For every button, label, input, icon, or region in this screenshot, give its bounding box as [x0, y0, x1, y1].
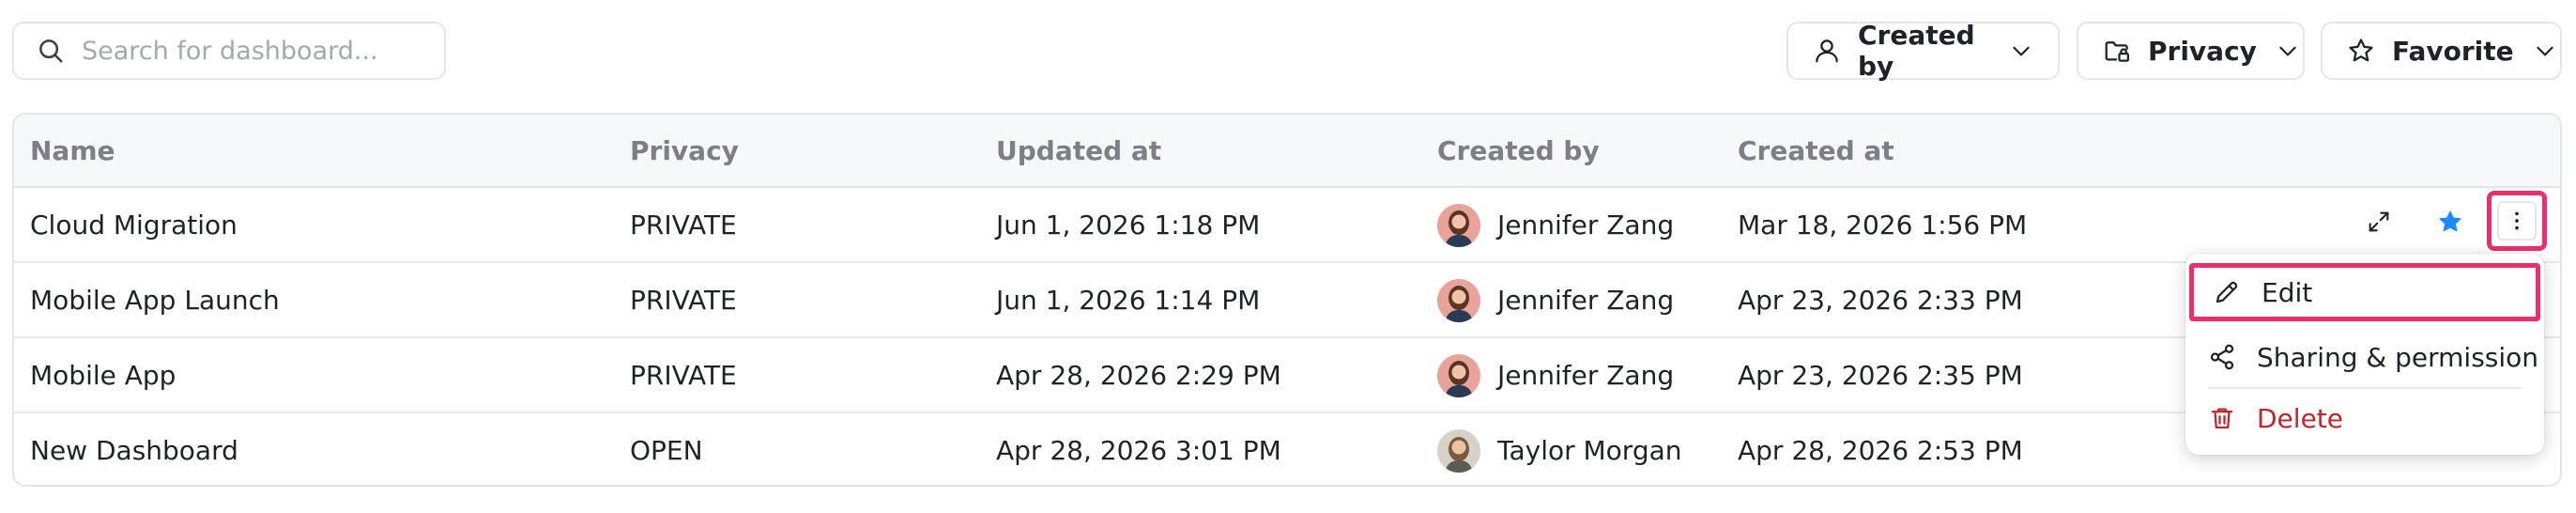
share-icon: [2210, 344, 2234, 370]
more-vertical-icon: [2515, 211, 2519, 230]
created-at-value: Mar 18, 2026 1:56 PM: [1738, 210, 2028, 241]
avatar: [1437, 429, 1480, 473]
more-actions-button[interactable]: [2487, 191, 2547, 251]
creator: Taylor Morgan: [1437, 413, 1682, 485]
updated-at-value: Apr 28, 2026 3:01 PM: [996, 435, 1281, 466]
creator: Jennifer Zang: [1437, 188, 1674, 263]
creator-name: Jennifer Zang: [1497, 210, 1675, 241]
table-row[interactable]: Cloud Migration PRIVATE Jun 1, 2026 1:18…: [14, 188, 2560, 263]
expand-icon: [2369, 211, 2389, 232]
creator: Jennifer Zang: [1437, 338, 1674, 413]
search-icon: [39, 39, 63, 63]
privacy-filter[interactable]: Privacy: [2077, 22, 2305, 80]
dashboard-table: Name Privacy Updated at Created by Creat…: [12, 113, 2562, 487]
menu-item-share-label: Sharing & permission: [2257, 341, 2539, 373]
table-row[interactable]: Mobile App PRIVATE Apr 28, 2026 2:29 PM …: [14, 338, 2560, 413]
privacy-filter-label: Privacy: [2148, 35, 2257, 67]
created-by-filter[interactable]: Created by: [1786, 20, 2060, 82]
created-by-filter-label: Created by: [1858, 20, 1975, 82]
created-at-value: Apr 23, 2026 2:35 PM: [1738, 360, 2023, 391]
creator-name: Jennifer Zang: [1497, 360, 1675, 391]
privacy-value: PRIVATE: [630, 360, 737, 391]
search-input[interactable]: [82, 36, 420, 66]
chevron-down-icon: [2013, 46, 2030, 56]
dashboard-name[interactable]: Mobile App Launch: [30, 263, 280, 338]
search-box[interactable]: [12, 22, 446, 80]
column-header-privacy[interactable]: Privacy: [630, 115, 739, 188]
trash-icon: [2211, 408, 2233, 429]
privacy-value: PRIVATE: [630, 285, 737, 316]
menu-item-edit[interactable]: Edit: [2189, 263, 2540, 321]
expand-button[interactable]: [2358, 201, 2400, 242]
dashboard-name[interactable]: Cloud Migration: [30, 188, 238, 263]
more-actions-inner: [2497, 201, 2537, 241]
favorite-toggle[interactable]: [2430, 201, 2471, 242]
privacy-value: OPEN: [630, 435, 703, 466]
avatar: [1437, 204, 1480, 247]
updated-at-value: Jun 1, 2026 1:18 PM: [996, 210, 1261, 241]
folder-lock-icon: [2105, 41, 2129, 62]
chevron-down-icon: [2536, 46, 2553, 56]
favorite-filter-label: Favorite: [2392, 35, 2514, 67]
column-header-name[interactable]: Name: [30, 115, 115, 188]
menu-item-delete-label: Delete: [2257, 402, 2343, 434]
dashboard-name[interactable]: Mobile App: [30, 338, 176, 413]
column-header-created-at[interactable]: Created at: [1738, 115, 1894, 188]
chevron-down-icon: [2279, 46, 2296, 56]
dashboard-name[interactable]: New Dashboard: [30, 413, 238, 485]
creator-name: Taylor Morgan: [1497, 435, 1682, 466]
table-header: Name Privacy Updated at Created by Creat…: [14, 115, 2560, 188]
updated-at-value: Jun 1, 2026 1:14 PM: [996, 285, 1261, 316]
created-at-value: Apr 28, 2026 2:53 PM: [1738, 435, 2023, 466]
avatar: [1437, 354, 1480, 397]
updated-at-value: Apr 28, 2026 2:29 PM: [996, 360, 1281, 391]
table-row[interactable]: Mobile App Launch PRIVATE Jun 1, 2026 1:…: [14, 263, 2560, 338]
column-header-created-by[interactable]: Created by: [1437, 115, 1600, 188]
user-icon: [1816, 39, 1838, 63]
table-row[interactable]: New Dashboard OPEN Apr 28, 2026 3:01 PM …: [14, 413, 2560, 485]
pencil-icon: [2216, 281, 2238, 303]
favorite-filter[interactable]: Favorite: [2321, 22, 2562, 80]
privacy-value: PRIVATE: [630, 210, 737, 241]
star-filled-icon: [2439, 210, 2461, 232]
column-header-updated-at[interactable]: Updated at: [996, 115, 1161, 188]
row-actions-menu: Edit Sharing & permission Delete: [2185, 254, 2544, 455]
created-at-value: Apr 23, 2026 2:33 PM: [1738, 285, 2023, 316]
menu-item-edit-label: Edit: [2262, 276, 2313, 308]
star-outline-icon: [2349, 39, 2373, 62]
creator-name: Jennifer Zang: [1497, 285, 1675, 316]
toolbar: Created by Privacy Favorite: [0, 0, 2576, 103]
creator: Jennifer Zang: [1437, 263, 1674, 338]
menu-item-delete[interactable]: Delete: [2185, 389, 2544, 447]
menu-item-share[interactable]: Sharing & permission: [2185, 328, 2544, 386]
avatar: [1437, 279, 1480, 322]
